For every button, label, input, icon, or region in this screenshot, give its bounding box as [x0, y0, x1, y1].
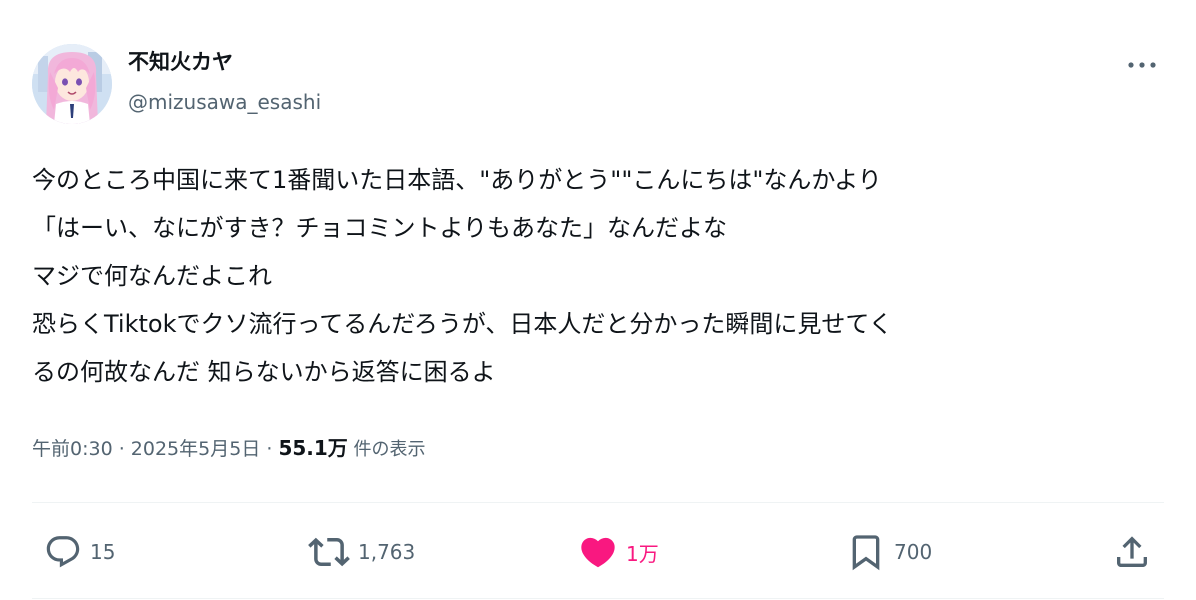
views-count[interactable]: 55.1万 — [278, 436, 347, 460]
reply-icon — [46, 536, 80, 568]
post-line: 今のところ中国に来て1番聞いた日本語、"ありがとう""こんにちは"なんかより — [32, 166, 882, 194]
post-line: 「はーい、なにがすき？チョコミントよりもあなた」なんだよな — [32, 214, 728, 242]
avatar[interactable] — [32, 44, 112, 124]
repost-icon — [308, 537, 350, 567]
like-count: 1万 — [626, 541, 659, 566]
bookmark-button[interactable]: 700 — [846, 530, 932, 574]
views-label: 件の表示 — [347, 439, 426, 460]
more-icon — [1128, 62, 1156, 68]
post-line: マジで何なんだよこれ — [32, 262, 272, 290]
more-options-button[interactable] — [1122, 50, 1162, 80]
repost-count: 1,763 — [358, 540, 416, 564]
author-display-name[interactable]: 不知火カヤ — [128, 48, 233, 76]
post-date[interactable]: 2025年5月5日 — [131, 438, 261, 460]
like-button[interactable]: 1万 — [578, 530, 659, 574]
meta-separator: · — [112, 438, 131, 460]
post-text: 今のところ中国に来て1番聞いた日本語、"ありがとう""こんにちは"なんかより 「… — [32, 156, 1172, 396]
avatar-image — [32, 44, 112, 124]
bookmark-icon — [852, 535, 880, 571]
author-handle[interactable]: @mizusawa_esashi — [128, 88, 321, 116]
meta-separator: · — [260, 438, 279, 460]
reply-button[interactable]: 15 — [44, 530, 115, 574]
post-time[interactable]: 午前0:30 — [32, 438, 113, 460]
post-line: るの何故なんだ 知らないから返答に困るよ — [32, 358, 496, 386]
divider — [32, 502, 1164, 503]
like-icon — [581, 537, 615, 568]
repost-button[interactable]: 1,763 — [308, 530, 415, 574]
reply-count: 15 — [90, 540, 116, 564]
post-meta: 午前0:30 · 2025年5月5日 · 55.1万 件の表示 — [32, 432, 426, 466]
share-button[interactable] — [1112, 530, 1152, 574]
divider — [32, 598, 1164, 599]
post-line: 恐らくTiktokでクソ流行ってるんだろうが、日本人だと分かった瞬間に見せてく — [32, 310, 893, 338]
bookmark-count: 700 — [894, 540, 933, 564]
tweet-card: 不知火カヤ @mizusawa_esashi 今のところ中国に来て1番聞いた日本… — [0, 0, 1196, 600]
share-icon — [1117, 536, 1147, 567]
